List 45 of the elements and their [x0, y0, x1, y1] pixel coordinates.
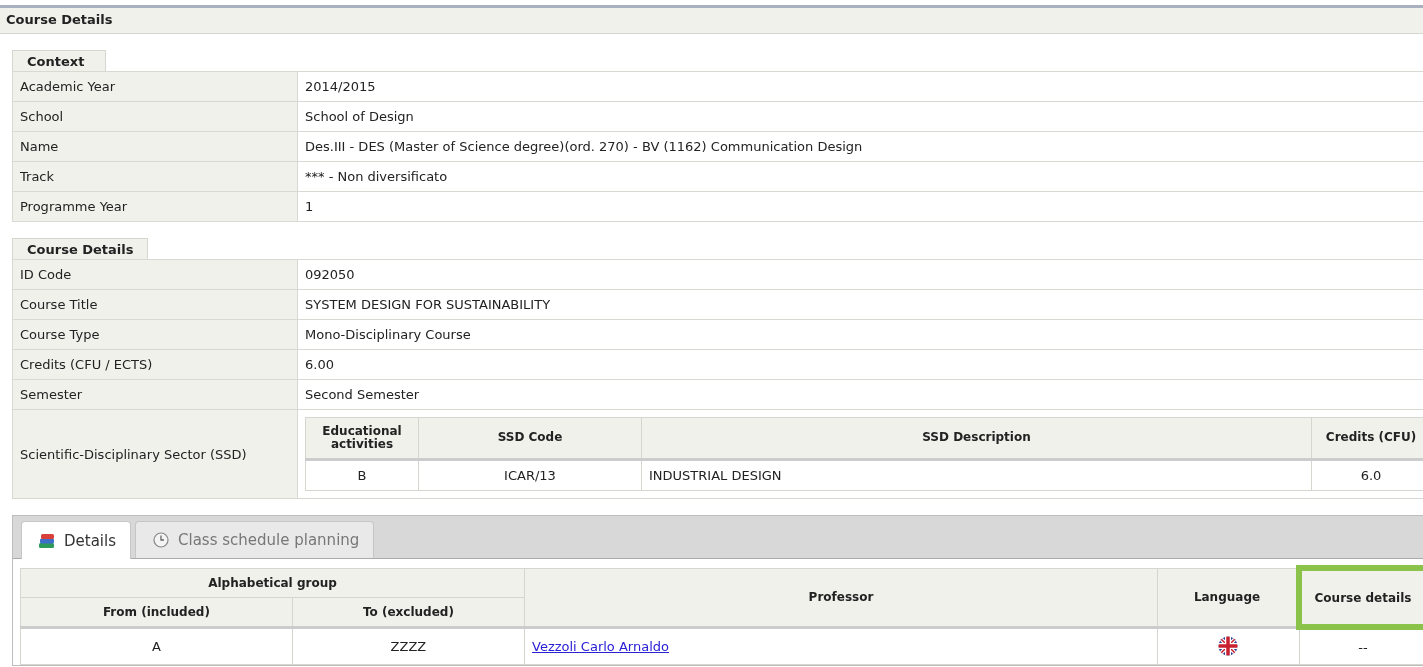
column-header: Professor [524, 568, 1158, 627]
field-value: School of Design [297, 101, 1423, 132]
field-label: Programme Year [12, 191, 298, 222]
field-value: SYSTEM DESIGN FOR SUSTAINABILITY [297, 289, 1423, 320]
column-header: To (excluded) [292, 597, 525, 627]
field-label: Credits (CFU / ECTS) [12, 349, 298, 380]
flag-icon [1218, 636, 1239, 657]
column-header: SSD Description [641, 417, 1312, 460]
page-title: Course Details [6, 12, 113, 27]
clock-icon [152, 532, 170, 548]
field-label: Course Title [12, 289, 298, 320]
column-header: Course details [1299, 568, 1423, 627]
section-title: Course Details [12, 238, 149, 259]
field-label: ID Code [12, 259, 298, 290]
field-value: *** - Non diversificato [297, 161, 1423, 192]
column-header: Educational activities [305, 417, 419, 460]
table-cell: INDUSTRIAL DESIGN [641, 459, 1312, 491]
field-label: Scientific-Disciplinary Sector (SSD) [12, 409, 298, 499]
field-value: 2014/2015 [297, 71, 1423, 102]
tab[interactable]: Details [21, 521, 131, 559]
field-value: Des.III - DES (Master of Science degree)(ord. 270) - BV (1162) Communication Design [297, 131, 1423, 162]
field-value: 092050 [297, 259, 1423, 290]
column-header: SSD Code [418, 417, 642, 460]
table-cell: ICAR/13 [418, 459, 642, 491]
books-icon [38, 532, 56, 549]
professor-link[interactable]: Vezzoli Carlo Arnaldo [532, 638, 669, 654]
tab[interactable]: Class schedule planning [135, 521, 375, 558]
table-cell: A [20, 627, 293, 665]
field-value: Second Semester [297, 379, 1423, 410]
field-label: Track [12, 161, 298, 192]
section-title: Context [12, 50, 106, 71]
field-label: School [12, 101, 298, 132]
field-label: Semester [12, 379, 298, 410]
field-label: Course Type [12, 319, 298, 350]
column-header: Credits (CFU) [1311, 417, 1423, 460]
field-label: Name [12, 131, 298, 162]
column-header: Alphabetical group [20, 568, 525, 597]
field-value: 1 [297, 191, 1423, 222]
field-value: 6.00 [297, 349, 1423, 380]
field-label: Academic Year [12, 71, 298, 102]
field-value: Mono-Disciplinary Course [297, 319, 1423, 350]
column-header: Language [1157, 568, 1299, 627]
column-header: From (included) [20, 597, 293, 627]
table-cell: ZZZZ [292, 627, 525, 665]
table-cell: B [305, 459, 419, 491]
